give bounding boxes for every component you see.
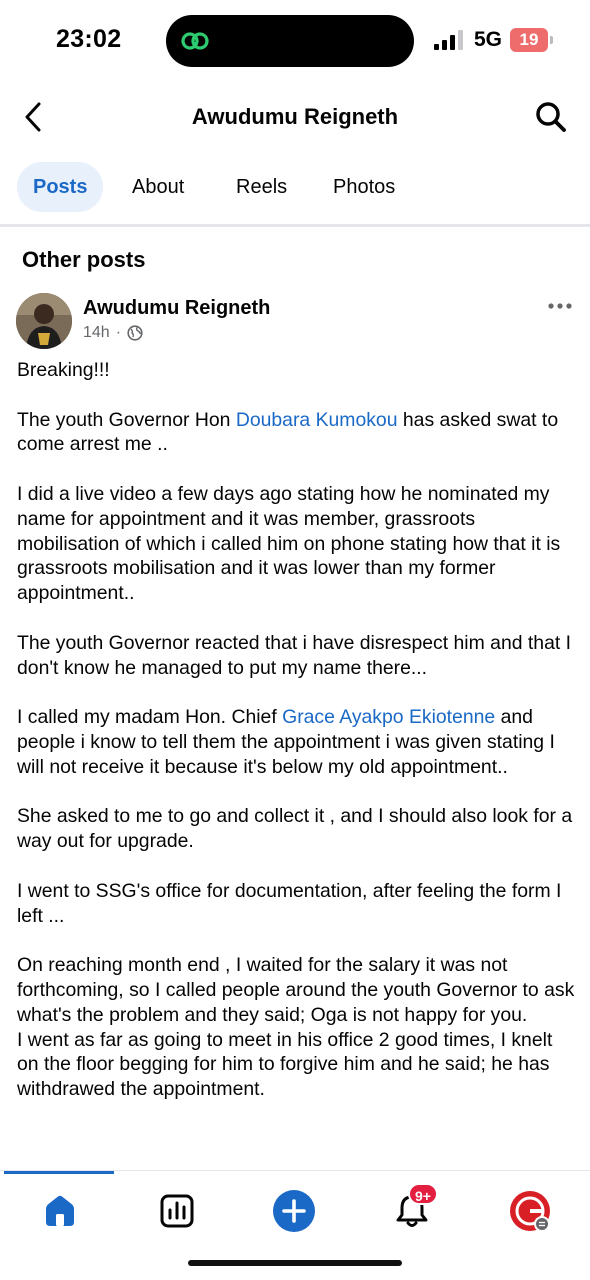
mention-link-doubara[interactable]: Doubara Kumokou <box>236 409 398 431</box>
post-paragraph: The youth Governor reacted that i have d… <box>17 631 572 679</box>
post-paragraph: I went as far as going to meet in his of… <box>17 1028 553 1101</box>
globe-icon <box>127 325 143 341</box>
status-time: 23:02 <box>56 25 122 53</box>
profile-tabs: Posts About Reels Photos <box>0 162 590 216</box>
post-paragraph: I went to SSG's office for documentation… <box>17 879 562 927</box>
post-paragraph: The youth Governor Hon Doubara Kumokou h… <box>17 408 577 458</box>
notification-badge: 9+ <box>408 1183 438 1205</box>
post-text: The youth Governor Hon <box>17 408 236 431</box>
post-paragraph: I did a live video a few days ago statin… <box>17 482 561 605</box>
signal-icon <box>434 30 463 50</box>
meta-separator: · <box>115 324 122 341</box>
tab-photos[interactable]: Photos <box>317 162 411 212</box>
dynamic-island <box>166 15 414 67</box>
notifications-button[interactable]: 9+ <box>390 1183 438 1233</box>
post-time[interactable]: 14h <box>83 324 110 342</box>
more-options-icon[interactable] <box>546 296 574 316</box>
section-title: Other posts <box>22 247 146 272</box>
mention-link-grace[interactable]: Grace Ayakpo Ekiotenne <box>282 706 495 728</box>
search-icon[interactable] <box>534 100 568 134</box>
post-paragraph: Breaking!!! <box>17 359 110 381</box>
create-icon[interactable] <box>272 1189 316 1233</box>
post-paragraph: She asked to me to go and collect it , a… <box>17 805 573 853</box>
home-indicator <box>188 1260 402 1266</box>
battery-tip <box>550 36 553 44</box>
network-type: 5G <box>474 28 503 51</box>
profile-header: Awudumu Reigneth <box>0 88 590 148</box>
tabs-divider <box>0 224 590 227</box>
post-meta: 14h · <box>83 324 143 342</box>
dashboard-icon[interactable] <box>155 1189 199 1233</box>
page-title: Awudumu Reigneth <box>191 104 399 129</box>
post-paragraph: I called my madam Hon. Chief Grace Ayakp… <box>17 705 577 779</box>
status-bar: 23:02 5G 19 <box>0 0 590 80</box>
avatar-photo <box>16 293 72 349</box>
home-icon[interactable] <box>38 1189 82 1233</box>
tab-reels[interactable]: Reels <box>220 162 303 212</box>
link-app-icon <box>181 32 209 50</box>
post-paragraph: On reaching month end , I waited for the… <box>17 954 575 1026</box>
profile-icon[interactable] <box>508 1189 552 1233</box>
avatar[interactable] <box>16 293 72 349</box>
active-tab-indicator <box>4 1171 114 1174</box>
post-author[interactable]: Awudumu Reigneth <box>83 297 270 320</box>
tab-about[interactable]: About <box>116 162 200 212</box>
battery-icon: 19 <box>510 28 548 52</box>
post-body: Breaking!!! The youth Governor Hon Douba… <box>17 358 577 1127</box>
tab-posts[interactable]: Posts <box>17 162 104 212</box>
post-text: I called my madam Hon. Chief <box>17 706 283 729</box>
